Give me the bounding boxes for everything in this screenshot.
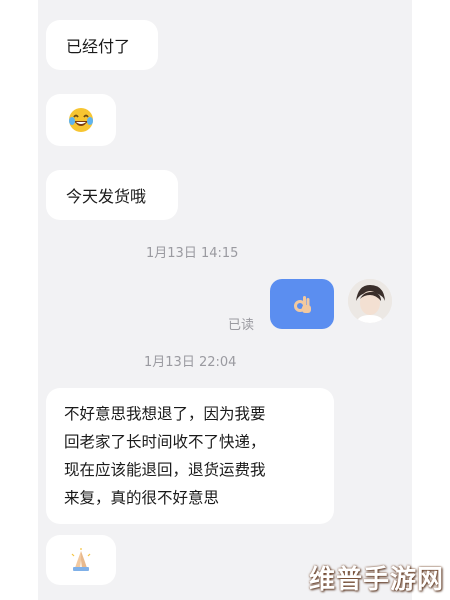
- ok-hand-emoji-icon: [294, 296, 311, 313]
- folded-hands-emoji-icon: [71, 548, 91, 571]
- message-text: 已经付了: [66, 37, 131, 56]
- message-line: 不好意思我想退了，因为我要: [64, 405, 266, 423]
- message-bubble-ship-today[interactable]: 今天发货哦: [46, 170, 178, 220]
- message-line: 回老家了长时间收不了快递，: [64, 433, 266, 451]
- sent-message-bubble[interactable]: [270, 279, 334, 329]
- chat-panel: 已经付了 今天发货哦 1月13日 14:15 已读 1月13日 22:04 不好…: [38, 0, 412, 600]
- message-bubble-paid[interactable]: 已经付了: [46, 20, 158, 70]
- message-line: 来复，真的很不好意思: [64, 489, 220, 507]
- right-margin: [412, 0, 450, 600]
- message-bubble-emoji[interactable]: [46, 535, 116, 585]
- message-bubble-emoji[interactable]: [46, 94, 116, 146]
- avatar[interactable]: [348, 279, 392, 323]
- timestamp: 1月13日 14:15: [146, 246, 239, 261]
- avatar-image: [348, 279, 392, 323]
- left-margin: [0, 0, 38, 600]
- message-text: 今天发货哦: [66, 187, 147, 206]
- timestamp: 1月13日 22:04: [144, 355, 237, 370]
- message-line: 现在应该能退回，退货运费我: [64, 461, 266, 479]
- read-status: 已读: [228, 318, 255, 333]
- message-bubble-refund-request[interactable]: 不好意思我想退了，因为我要 回老家了长时间收不了快递， 现在应该能退回，退货运费…: [46, 388, 334, 524]
- laughing-crying-emoji-icon: [69, 108, 93, 132]
- watermark-logo: 维普手游网: [308, 565, 444, 595]
